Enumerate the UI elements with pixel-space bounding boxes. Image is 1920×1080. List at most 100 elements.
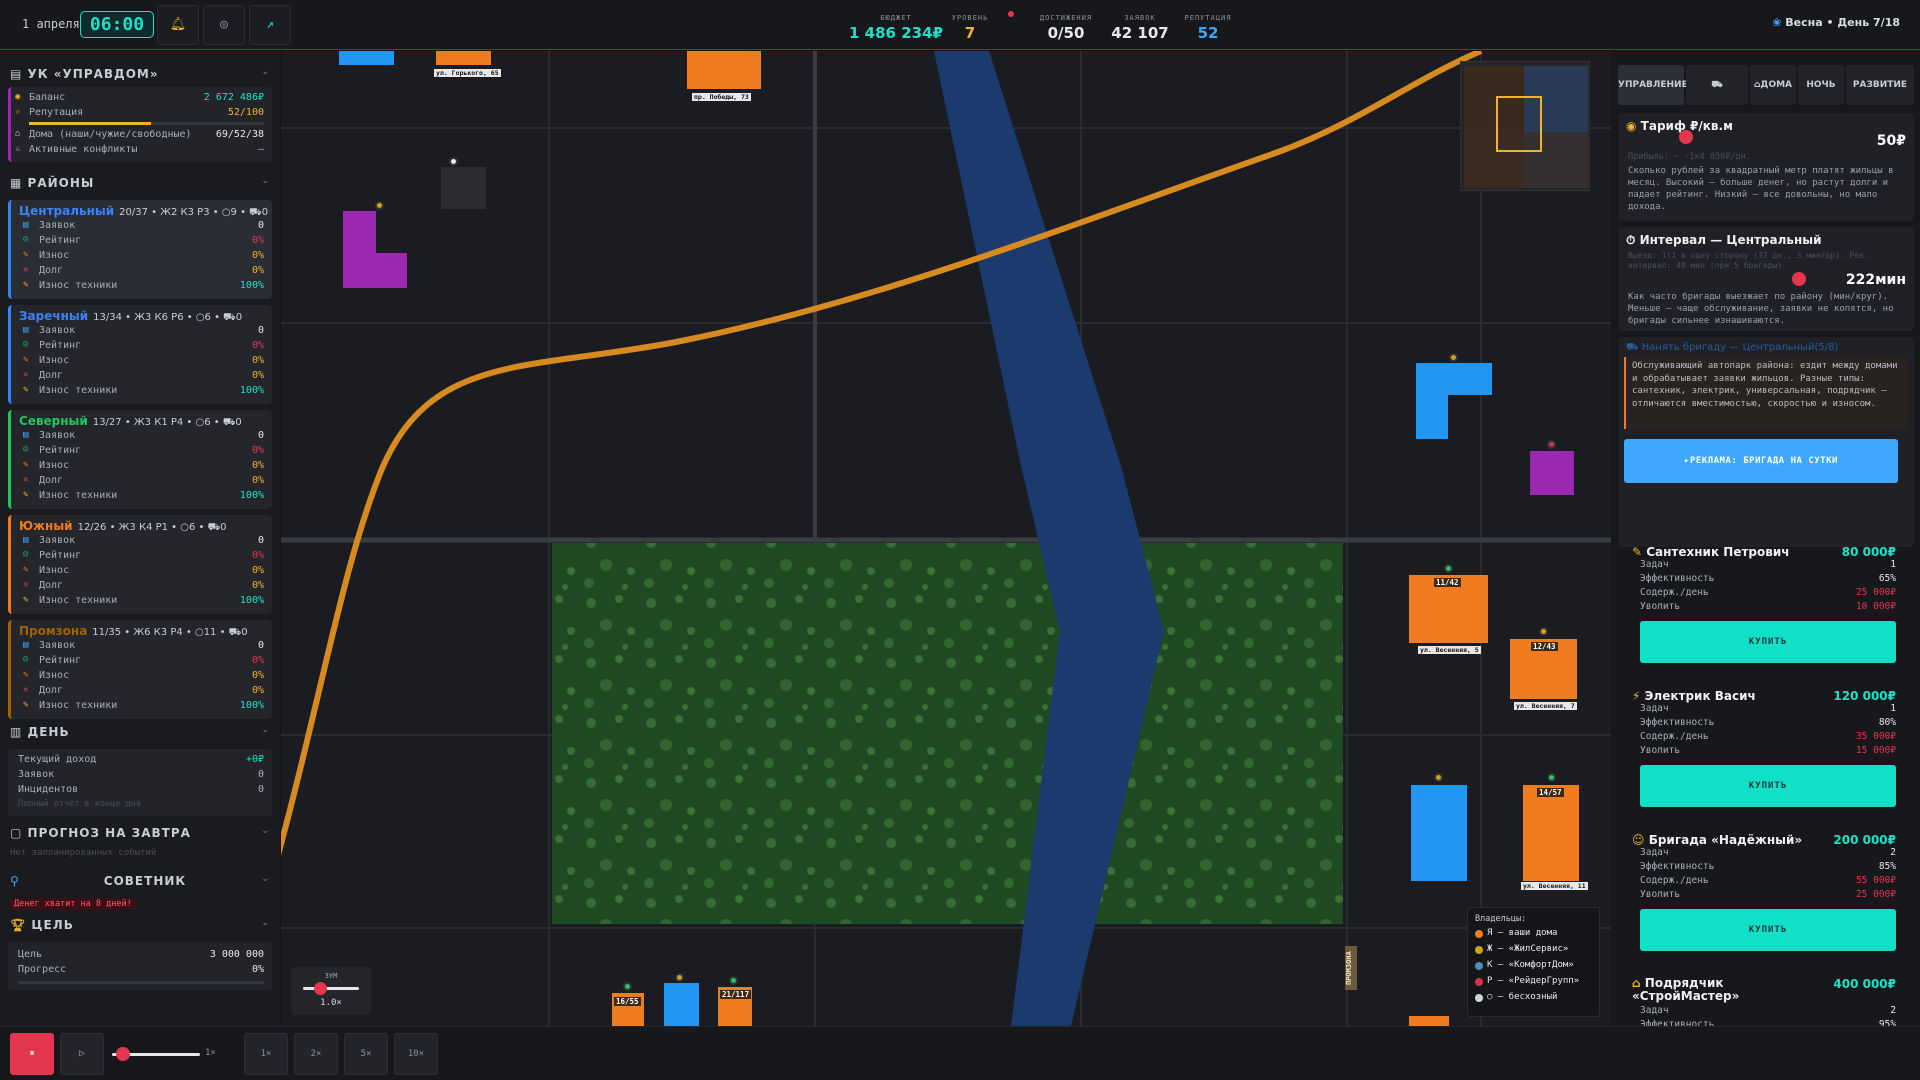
owner-pin[interactable] (1449, 353, 1458, 362)
owner-pin[interactable] (623, 982, 632, 991)
brigade-name: ☺ Бригада «Надёжный» (1632, 833, 1802, 847)
tab-brigades[interactable]: ⛟БРИГАДЫ (1686, 65, 1748, 130)
level-dot (1008, 11, 1014, 17)
district-stat-value: 0 (257, 430, 264, 441)
district-stat-label: Рейтинг (39, 655, 82, 666)
day-requests-row: Заявок 0 (8, 769, 272, 784)
district-stat-value: 0% (251, 685, 264, 696)
district-stat-value: 0 (257, 325, 264, 336)
tariff-slider-knob[interactable] (1679, 130, 1693, 144)
ad-brigade-button[interactable]: ▸РЕКЛАМА: БРИГАДА НА СУТКИ (1624, 439, 1898, 483)
wrench-icon: ✎ (23, 355, 29, 365)
zoom-slider[interactable] (303, 987, 359, 990)
brigade-stat-row: Задач 1 (1640, 703, 1896, 717)
speed-1x-button[interactable]: 1× (244, 1033, 288, 1075)
buy-brigade-button[interactable]: КУПИТЬ (1640, 621, 1896, 663)
interval-hint: Выезд: 1(1 в одну сторону (37 дн., 3 мин… (1628, 251, 1869, 270)
owner-pin[interactable] (1547, 440, 1556, 449)
advisor-header[interactable]: ⚲ СОВЕТНИК ⌄ (0, 874, 280, 894)
tab-houses[interactable]: ⌂ДОМА (1750, 65, 1796, 105)
bell-icon: 🔔︎ (169, 17, 187, 32)
day-requests-label: Заявок (18, 769, 55, 780)
coin-icon: ◉ (15, 92, 21, 102)
minimap[interactable] (1460, 61, 1590, 191)
stats-button[interactable]: ↗ (249, 5, 291, 45)
speed-2x-button[interactable]: 2× (294, 1033, 338, 1075)
owner-pin[interactable] (1444, 564, 1453, 573)
district-stat-row: ✎ Износ техники 100% (11, 490, 272, 505)
day-note: Полный отчёт в конце дня (18, 799, 141, 809)
gear-icon: ✎ (23, 595, 29, 605)
uk-header[interactable]: ▤ УК «УПРАВДОМ» ⌄ (0, 67, 280, 87)
star-icon: ☆ (15, 107, 21, 117)
legend-text: Р — «РейдерГрупп» (1487, 976, 1580, 986)
forecast-header[interactable]: ▢ ПРОГНОЗ НА ЗАВТРА ⌄ (0, 826, 280, 846)
day-header[interactable]: ▥ ДЕНЬ ⌄ (0, 725, 280, 745)
chevron-down-icon: ⌄ (261, 67, 270, 77)
owner-pin[interactable] (729, 976, 738, 985)
minimap-viewport[interactable] (1496, 96, 1542, 152)
legend-dot (1475, 978, 1483, 986)
district-stat-row: ✎ Износ 0% (11, 355, 272, 370)
list-icon: ▤ (23, 640, 29, 650)
district-stat-row: ✕ Долг 0% (11, 475, 272, 490)
building-icon: ▤ (10, 67, 23, 81)
tab-management[interactable]: УПРАВЛЕНИЕ (1618, 65, 1688, 105)
play-button[interactable]: ▷ (60, 1033, 104, 1075)
city-map[interactable]: ул. Горького, 65 пр. Победы, 73 ул. Весе… (281, 51, 1611, 1026)
building-purple (343, 211, 407, 288)
district-stat-label: Заявок (39, 640, 76, 651)
tab-night[interactable]: НОЧЬ (1798, 65, 1844, 105)
district-card[interactable]: Заречный 13/34 • Ж3 К6 Р6 • ○6 • ⛟0 ▤ Заяво… (8, 305, 272, 404)
owner-pin[interactable] (675, 973, 684, 982)
zoom-control[interactable]: ЗУМ 1.0× (291, 967, 371, 1015)
brigade-stat-value: 55 000₽ (1855, 875, 1896, 886)
forecast-title: ПРОГНОЗ НА ЗАВТРА (27, 826, 191, 840)
district-stat-label: Долг (39, 580, 64, 591)
district-meta: 11/35 • Ж6 К3 Р4 • ○11 • ⛟0 (92, 627, 248, 638)
owner-pin[interactable] (1539, 627, 1548, 636)
capacity-badge: 14/57 (1537, 788, 1564, 797)
district-card[interactable]: Южный 12/26 • Ж3 К4 Р1 • ○6 • ⛟0 ▤ Заявок 0 ☺… (8, 515, 272, 614)
balance-value: 2 672 486₽ (203, 92, 264, 103)
goal-header[interactable]: 🏆︎ ЦЕЛЬ ⌄ (0, 918, 280, 938)
building-unowned (441, 167, 486, 209)
owner-pin[interactable] (1547, 773, 1556, 782)
brigade-stat-value: 25 000₽ (1855, 889, 1896, 900)
notifications-button[interactable]: 🔔︎ (157, 5, 199, 45)
goals-button[interactable]: ◎ (203, 5, 245, 45)
district-card[interactable]: Центральный 20/37 • Ж2 К3 Р3 • ○9 • ⛟0 ▤ За… (8, 200, 272, 299)
brigade-price: 80 000₽ (1841, 545, 1896, 559)
district-card[interactable]: Промзона 11/35 • Ж6 К3 Р4 • ○11 • ⛟0 ▤ Заяв… (8, 620, 272, 719)
legend-dot (1475, 946, 1483, 954)
map-canvas (281, 51, 1611, 1026)
owner-pin[interactable] (1434, 773, 1443, 782)
sword-icon: ⚔ (15, 144, 21, 154)
district-header: Северный 13/27 • Ж3 К1 Р4 • ○6 • ⛟0 (11, 414, 272, 430)
hire-link[interactable]: ⛟ Нанять бригаду — Центральный(5/8) (1626, 342, 1838, 355)
speed-5x-button[interactable]: 5× (344, 1033, 388, 1075)
debt-icon: ✕ (23, 370, 29, 380)
houses-label: Дома (наши/чужие/свободные) (29, 129, 192, 140)
district-card[interactable]: Северный 13/27 • Ж3 К1 Р4 • ○6 • ⛟0 ▤ Заяво… (8, 410, 272, 509)
tab-development[interactable]: РАЗВИТИЕ (1846, 65, 1914, 105)
speed-10x-button[interactable]: 10× (394, 1033, 438, 1075)
district-stat-row: ▤ Заявок 0 (11, 430, 272, 445)
speed-slider-knob[interactable] (116, 1047, 131, 1061)
building-label: ул. Весенняя, 7 (1514, 702, 1577, 710)
tariff-slider[interactable] (1626, 137, 1866, 139)
zoom-slider-knob[interactable] (313, 982, 327, 995)
district-stat-value: 0% (251, 460, 264, 471)
interval-slider-knob[interactable] (1791, 272, 1806, 286)
owner-pin[interactable] (375, 201, 384, 210)
buy-brigade-button[interactable]: КУПИТЬ (1640, 765, 1896, 807)
interval-panel: ⏱ Интервал — Центральный Выезд: 1(1 в од… (1618, 227, 1914, 331)
district-stat-label: Заявок (39, 325, 76, 336)
districts-header[interactable]: ▦ РАЙОНЫ ⌄ (0, 176, 280, 196)
district-meta: 20/37 • Ж2 К3 Р3 • ○9 • ⛟0 (119, 207, 269, 218)
owner-pin[interactable] (449, 157, 458, 166)
buy-brigade-button[interactable]: КУПИТЬ (1640, 909, 1896, 951)
district-stat-value: 0% (251, 670, 264, 681)
pause-button[interactable]: ⏸ (10, 1033, 54, 1075)
district-stat-row: ✕ Долг 0% (11, 265, 272, 280)
